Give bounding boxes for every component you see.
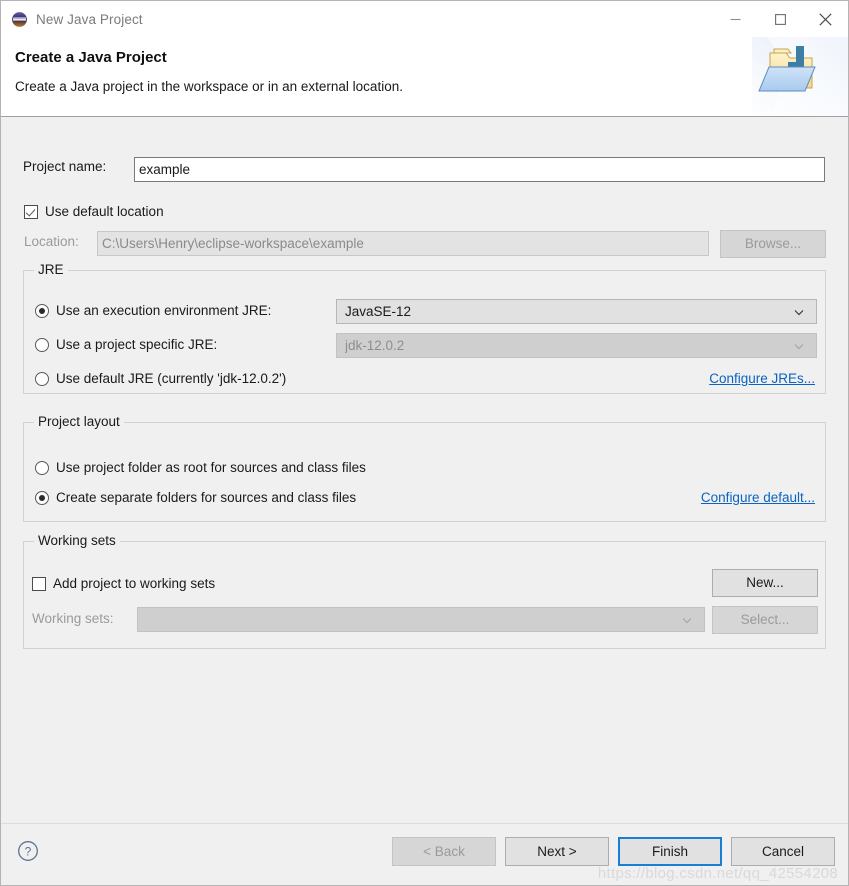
working-sets-group: Working sets (23, 533, 826, 649)
jre-default-label: Use default JRE (currently 'jdk-12.0.2') (56, 371, 287, 386)
footer-buttons: < Back Next > Finish Cancel (392, 837, 835, 866)
new-working-set-button[interactable]: New... (712, 569, 818, 597)
jre-option-default[interactable]: Use default JRE (currently 'jdk-12.0.2') (35, 371, 286, 386)
page-title: Create a Java Project (15, 49, 167, 66)
use-default-location-row[interactable]: Use default location (24, 204, 164, 219)
layout-separate-folders-label: Create separate folders for sources and … (56, 490, 357, 505)
browse-button: Browse... (720, 230, 826, 258)
working-sets-label: Working sets: (32, 611, 114, 626)
project-jre-combo: jdk-12.0.2 (336, 333, 817, 358)
jre-project-specific-label: Use a project specific JRE: (56, 337, 218, 352)
use-default-location-checkbox[interactable] (24, 204, 38, 219)
configure-jres-link[interactable]: Configure JREs... (709, 371, 815, 386)
jre-option-execution-env[interactable]: Use an execution environment JRE: (35, 303, 271, 318)
finish-button[interactable]: Finish (618, 837, 722, 866)
chevron-down-icon (792, 339, 806, 353)
project-layout-group-title: Project layout (34, 414, 124, 429)
title-bar: New Java Project (1, 1, 848, 37)
jre-project-specific-radio[interactable] (35, 337, 49, 352)
dialog-body: Project name: Use default location Locat… (1, 117, 848, 823)
layout-project-folder-label: Use project folder as root for sources a… (56, 460, 366, 475)
jre-option-project-specific[interactable]: Use a project specific JRE: (35, 337, 217, 352)
add-to-working-sets-label: Add project to working sets (53, 576, 216, 591)
add-to-working-sets-checkbox[interactable] (32, 576, 46, 591)
watermark: https://blog.csdn.net/qq_42554208 (597, 865, 838, 882)
execution-env-value: JavaSE-12 (345, 304, 412, 319)
project-name-input[interactable] (134, 157, 825, 182)
working-sets-row: Working sets: (32, 611, 114, 626)
help-icon[interactable]: ? (17, 840, 39, 862)
chevron-down-icon (680, 613, 694, 627)
back-button: < Back (392, 837, 496, 866)
layout-option-separate-folders[interactable]: Create separate folders for sources and … (35, 490, 356, 505)
window-controls (713, 1, 848, 37)
page-description: Create a Java project in the workspace o… (15, 79, 403, 94)
layout-separate-folders-radio[interactable] (35, 490, 49, 505)
svg-text:?: ? (25, 845, 32, 859)
next-button[interactable]: Next > (505, 837, 609, 866)
jre-default-radio[interactable] (35, 371, 49, 386)
configure-default-link[interactable]: Configure default... (701, 490, 815, 505)
add-to-working-sets-row[interactable]: Add project to working sets (32, 576, 215, 591)
location-label: Location: (24, 234, 79, 249)
location-row: Location: (24, 234, 79, 249)
java-project-folder-icon (752, 37, 848, 116)
execution-env-combo[interactable]: JavaSE-12 (336, 299, 817, 324)
project-jre-value: jdk-12.0.2 (345, 338, 405, 353)
eclipse-icon (11, 11, 28, 28)
wizard-banner: Create a Java Project Create a Java proj… (1, 37, 848, 117)
location-input: C:\Users\Henry\eclipse-workspace\example (97, 231, 709, 256)
working-sets-combo (137, 607, 705, 632)
working-sets-group-title: Working sets (34, 533, 120, 548)
jre-execution-env-radio[interactable] (35, 303, 49, 318)
project-name-label: Project name: (23, 159, 107, 174)
project-name-row: Project name: (23, 159, 106, 174)
layout-project-folder-radio[interactable] (35, 460, 49, 475)
select-working-set-button: Select... (712, 606, 818, 634)
new-java-project-dialog: New Java Project Create a Java Project C… (0, 0, 849, 886)
cancel-button[interactable]: Cancel (731, 837, 835, 866)
layout-option-project-folder[interactable]: Use project folder as root for sources a… (35, 460, 366, 475)
jre-execution-env-label: Use an execution environment JRE: (56, 303, 272, 318)
dialog-footer: ? < Back Next > Finish Cancel https://bl… (1, 823, 848, 885)
jre-group-title: JRE (34, 262, 68, 277)
maximize-icon[interactable] (758, 1, 803, 37)
chevron-down-icon (792, 305, 806, 319)
close-icon[interactable] (803, 1, 848, 37)
window-title: New Java Project (36, 11, 143, 27)
minimize-icon[interactable] (713, 1, 758, 37)
use-default-location-label: Use default location (45, 204, 164, 219)
